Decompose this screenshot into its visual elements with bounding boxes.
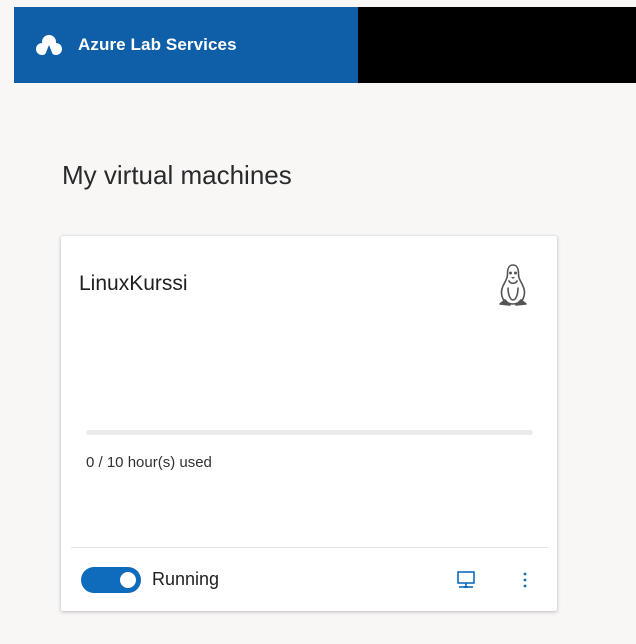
usage-label: 0 / 10 hour(s) used <box>86 454 212 471</box>
usage-progress-bar <box>86 430 533 435</box>
top-band <box>0 0 636 7</box>
app-window: Azure Lab Services My virtual machines L… <box>0 0 636 644</box>
linux-penguin-icon <box>499 264 527 306</box>
page-title: My virtual machines <box>62 160 292 190</box>
app-title: Azure Lab Services <box>78 35 237 54</box>
more-vertical-icon <box>523 572 527 588</box>
vm-card: LinuxKurssi 0 / 10 hour(s) used Running <box>61 236 557 611</box>
connect-button[interactable] <box>454 568 478 592</box>
brand-bar[interactable]: Azure Lab Services <box>14 7 358 83</box>
vm-name: LinuxKurssi <box>79 272 188 295</box>
vm-state-toggle[interactable] <box>81 567 141 593</box>
azure-lab-cloud-icon <box>36 35 62 55</box>
connect-monitor-icon <box>457 571 475 588</box>
toggle-knob <box>120 572 136 588</box>
card-divider <box>71 547 548 548</box>
vm-status-label: Running <box>152 569 220 589</box>
more-options-button[interactable] <box>516 568 534 592</box>
app-header: Azure Lab Services <box>14 7 636 83</box>
